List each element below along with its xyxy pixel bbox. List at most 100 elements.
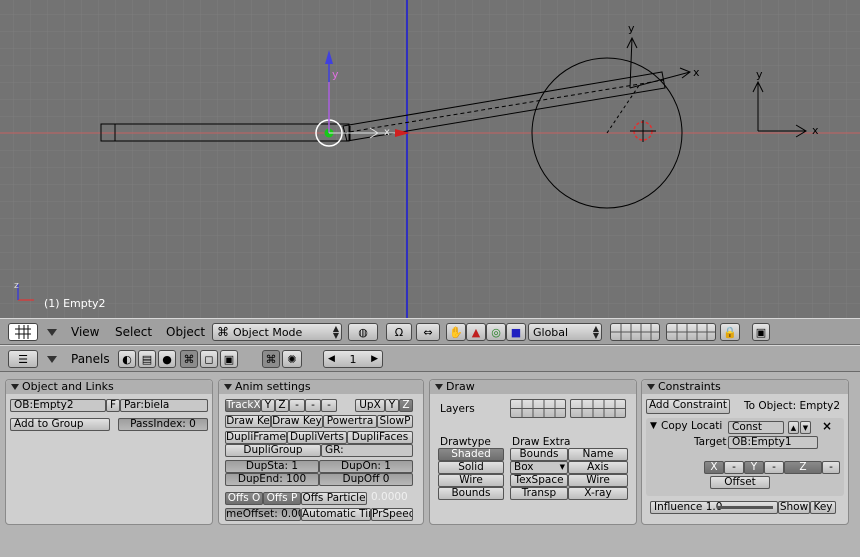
drawtype-shaded[interactable]: Shaded xyxy=(438,448,504,461)
dupon-field[interactable]: DupOn: 1 xyxy=(319,460,413,473)
scale-button[interactable]: ■ xyxy=(506,323,526,341)
drawtype-wire[interactable]: Wire xyxy=(438,474,504,487)
move-up-button[interactable]: ▲ xyxy=(788,421,799,434)
collapse-triangle-icon[interactable]: ▼ xyxy=(650,421,657,431)
axis-button[interactable]: Axis xyxy=(568,461,628,474)
texspace-button[interactable]: TexSpace xyxy=(510,474,568,487)
align-button[interactable]: ⇔ xyxy=(416,323,440,341)
editing-tab[interactable]: ◻ xyxy=(200,350,218,368)
group-field[interactable]: GR: xyxy=(321,444,413,457)
dupligroup-button[interactable]: DupliGroup xyxy=(225,444,321,457)
logic-tab[interactable]: ◐ xyxy=(118,350,136,368)
prspeed-button[interactable]: PrSpeed xyxy=(371,508,413,521)
track-negz-button[interactable]: - xyxy=(321,399,337,412)
up-z-button[interactable]: Z xyxy=(399,399,413,412)
slowpar-button[interactable]: SlowP xyxy=(377,415,413,428)
move-down-button[interactable]: ▼ xyxy=(800,421,811,434)
track-negy-button[interactable]: - xyxy=(305,399,321,412)
draw-key-sel-button[interactable]: Draw Key xyxy=(271,415,323,428)
constraint-name-field[interactable]: Const xyxy=(728,421,784,434)
editor-type-button[interactable] xyxy=(8,323,38,341)
powertrack-button[interactable]: Powertra xyxy=(323,415,377,428)
panel-title[interactable]: Object and Links xyxy=(6,380,212,394)
hand-icon: ✋ xyxy=(449,325,463,339)
dupliverts-button[interactable]: DupliVerts xyxy=(287,431,347,444)
show-button[interactable]: Show xyxy=(778,501,810,514)
dupsta-field[interactable]: DupSta: 1 xyxy=(225,460,319,473)
auto-time-button[interactable]: Automatic Tim xyxy=(301,508,371,521)
scene-tab[interactable]: ▣ xyxy=(220,350,238,368)
axis-y-button[interactable]: Y xyxy=(744,461,764,474)
offs-par-button[interactable]: Offs P xyxy=(263,492,301,505)
add-to-group-button[interactable]: Add to Group xyxy=(10,418,110,431)
mode-select[interactable]: ⌘ Object Mode ▲ ▼ xyxy=(212,323,342,341)
orientation-label: Global xyxy=(533,325,569,339)
offs-ob-button[interactable]: Offs O xyxy=(225,492,263,505)
transp-button[interactable]: Transp xyxy=(510,487,568,500)
pivot-select[interactable]: Ω xyxy=(386,323,412,341)
axis-negx-button[interactable]: - xyxy=(724,461,744,474)
shading-tab[interactable]: ● xyxy=(158,350,176,368)
up-y-button[interactable]: Y xyxy=(385,399,399,412)
up-x-button[interactable]: UpX xyxy=(355,399,385,412)
name-button[interactable]: Name xyxy=(568,448,628,461)
lock-button[interactable]: 🔒 xyxy=(720,323,740,341)
drawtype-solid[interactable]: Solid xyxy=(438,461,504,474)
collapse-menu-icon[interactable] xyxy=(47,329,57,336)
parent-field[interactable]: Par:biela xyxy=(120,399,208,412)
axis-z-button[interactable]: Z xyxy=(784,461,822,474)
collapse-menu-icon[interactable] xyxy=(47,356,57,363)
track-x-button[interactable]: TrackX xyxy=(225,399,261,412)
draw-type-select[interactable]: ◍ xyxy=(348,323,378,341)
render-button[interactable]: ▣ xyxy=(752,323,770,341)
frame-field[interactable]: ◀ 1 ▶ xyxy=(323,350,383,368)
object-tab[interactable]: ⌘ xyxy=(180,350,198,368)
fake-user-button[interactable]: F xyxy=(106,399,120,412)
axis-negz-button[interactable]: - xyxy=(822,461,840,474)
track-y-button[interactable]: Y xyxy=(261,399,275,412)
wire-button[interactable]: Wire xyxy=(568,474,628,487)
menu-object[interactable]: Object xyxy=(166,325,205,339)
editor-type-button-2[interactable]: ☰ xyxy=(8,350,38,368)
panel-title[interactable]: Constraints xyxy=(642,380,848,394)
panel-title[interactable]: Anim settings xyxy=(219,380,423,394)
offset-button[interactable]: Offset xyxy=(710,476,770,489)
time-offset-field[interactable]: meOffset: 0.00 xyxy=(225,508,301,521)
duplifaces-button[interactable]: DupliFaces xyxy=(347,431,413,444)
menu-view[interactable]: View xyxy=(71,325,99,339)
bounds-button[interactable]: Bounds xyxy=(510,448,568,461)
bounds-type-select[interactable]: Box ▼ xyxy=(510,461,568,474)
rotate-button[interactable]: ◎ xyxy=(486,323,506,341)
menu-select[interactable]: Select xyxy=(115,325,152,339)
offs-particle-button[interactable]: Offs Particle xyxy=(301,492,367,505)
target-field[interactable]: OB:Empty1 xyxy=(728,436,818,449)
axis-negy-button[interactable]: - xyxy=(764,461,784,474)
layers-grid-1[interactable] xyxy=(510,399,566,418)
orientation-select[interactable]: Global ▲ ▼ xyxy=(528,323,602,341)
panel-title[interactable]: Draw xyxy=(430,380,636,394)
dupend-field[interactable]: DupEnd: 100 xyxy=(225,473,319,486)
xray-button[interactable]: X-ray xyxy=(568,487,628,500)
dupoff-field[interactable]: DupOff 0 xyxy=(319,473,413,486)
object-name-field[interactable]: OB:Empty2 xyxy=(10,399,106,412)
translate-button[interactable]: ▲ xyxy=(466,323,486,341)
script-tab[interactable]: ▤ xyxy=(138,350,156,368)
close-icon[interactable]: × xyxy=(822,419,832,433)
manipulator-toggle[interactable]: ✋ xyxy=(446,323,466,341)
drawtype-bounds[interactable]: Bounds xyxy=(438,487,504,500)
axis-x-button[interactable]: X xyxy=(704,461,724,474)
layers-grid-2[interactable] xyxy=(570,399,626,418)
influence-slider[interactable]: Influence 1.0 xyxy=(650,501,778,514)
layer-buttons-1[interactable] xyxy=(610,323,660,341)
3d-viewport[interactable]: y x x y x y z (1) Empty2 xyxy=(0,0,860,318)
dupliframes-button[interactable]: DupliFrames xyxy=(225,431,287,444)
key-button[interactable]: Key xyxy=(810,501,836,514)
track-z-button[interactable]: Z xyxy=(275,399,289,412)
draw-key-button[interactable]: Draw Ke xyxy=(225,415,271,428)
track-negx-button[interactable]: - xyxy=(289,399,305,412)
add-constraint-button[interactable]: Add Constraint xyxy=(646,399,730,414)
layer-buttons-2[interactable] xyxy=(666,323,716,341)
pass-index-field[interactable]: PassIndex: 0 xyxy=(118,418,208,431)
physics-subtab[interactable]: ✺ xyxy=(282,350,302,368)
object-subtab[interactable]: ⌘ xyxy=(262,350,280,368)
